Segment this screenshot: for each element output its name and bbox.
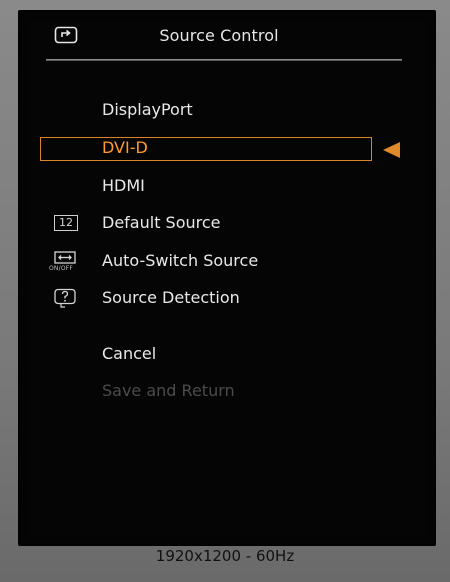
menu-item-dvi-d[interactable]: DVI-D [102,138,148,157]
menu-item-save-and-return: Save and Return [102,381,235,400]
on-off-icon-label: ON/OFF [49,265,74,272]
selection-highlight [40,137,372,161]
menu-item-cancel[interactable]: Cancel [102,344,156,363]
default-source-icon: 12 [54,215,78,231]
osd-header: Source Control [18,10,436,62]
resolution-status: 1920x1200 - 60Hz [155,547,295,565]
menu-item-default-source[interactable]: Default Source [102,213,221,232]
left-arrow-icon [383,142,400,158]
osd-menu-panel: Source Control DisplayPort DVI-D HDMI 12… [18,10,436,546]
header-divider [46,59,402,61]
page-title: Source Control [159,26,279,45]
menu-item-auto-switch-source[interactable]: Auto-Switch Source [102,251,258,270]
menu-item-hdmi[interactable]: HDMI [102,176,145,195]
menu-item-displayport[interactable]: DisplayPort [102,100,193,119]
input-source-icon [54,26,78,44]
source-detection-icon [54,288,76,308]
menu-item-source-detection[interactable]: Source Detection [102,288,240,307]
